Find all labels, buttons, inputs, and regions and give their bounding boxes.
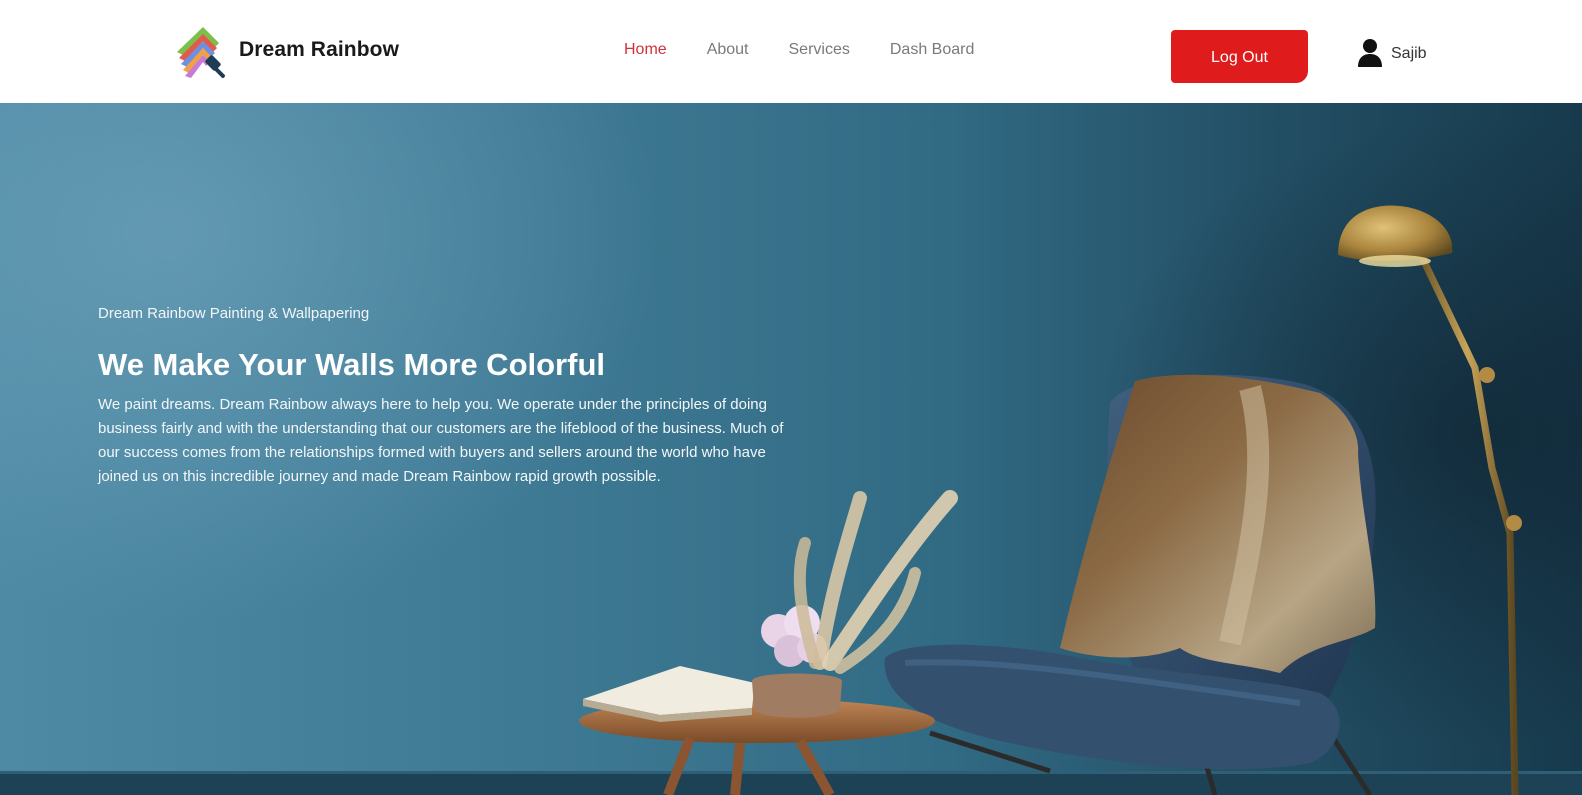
brand-name: Dream Rainbow <box>239 38 399 61</box>
rainbow-paint-roller-icon <box>177 27 226 79</box>
brand-link[interactable]: Dream Rainbow <box>175 24 399 80</box>
nav-link-home[interactable]: Home <box>624 40 667 60</box>
hero-kicker: Dream Rainbow Painting & Wallpapering <box>98 305 370 322</box>
user-name: Sajib <box>1391 45 1427 62</box>
nav-link-dashboard[interactable]: Dash Board <box>890 40 975 60</box>
hero-description: We paint dreams. Dream Rainbow always he… <box>98 396 784 485</box>
nav-link-services[interactable]: Services <box>789 40 850 60</box>
user-profile[interactable]: Sajib <box>1357 38 1427 68</box>
hero-title: We Make Your Walls More Colorful <box>98 347 605 382</box>
user-icon <box>1358 39 1382 67</box>
hero-banner: Dream Rainbow Painting & Wallpapering We… <box>0 103 1582 795</box>
navbar: Dream Rainbow Home About Services Dash B… <box>0 0 1582 103</box>
hero-content: Dream Rainbow Painting & Wallpapering We… <box>98 304 798 489</box>
logout-button[interactable]: Log Out <box>1171 30 1308 83</box>
nav-link-about[interactable]: About <box>707 40 749 60</box>
main-nav: Home About Services Dash Board <box>624 40 1014 60</box>
